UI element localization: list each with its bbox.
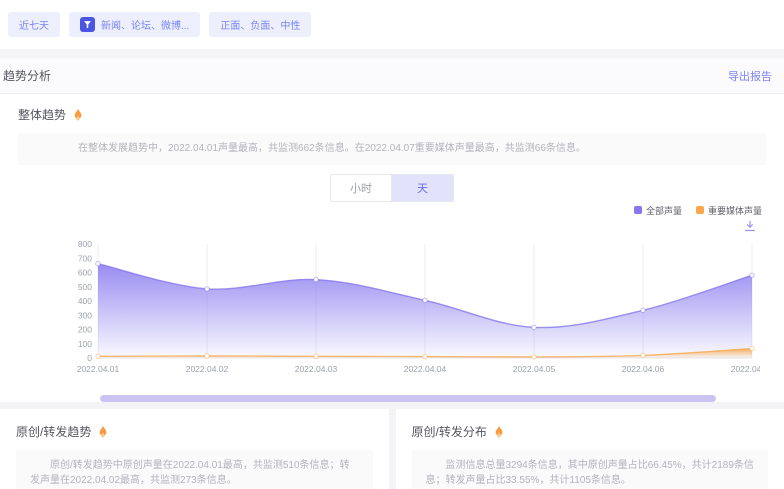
overall-trend-summary: 在整体发展趋势中，2022.04.01声量最高，共监测662条信息。在2022.… [18,133,766,165]
trend-chart-wrap: 0 100 200 300 400 500 600 700 800 2022.04.01 2022.… [60,234,766,381]
overall-trend-title-row: 整体趋势 [18,106,766,123]
card-body: 整体趋势 在整体发展趋势中，2022.04.01声量最高，共监测662条信息。在… [0,94,784,402]
original-repost-distribution-title-row: 原创/转发分布 [412,423,769,440]
svg-text:700: 700 [78,253,92,263]
svg-text:2022.04.01: 2022.04.01 [77,364,120,374]
flame-icon [72,108,84,121]
svg-text:800: 800 [78,239,92,249]
source-filter-label: 新闻、论坛、微博... [101,17,189,32]
page-title: 趋势分析 [3,67,51,84]
legend-item-total-volume[interactable]: 全部声量 [634,204,682,217]
flame-icon [97,425,109,438]
svg-text:2022.04.05: 2022.04.05 [513,364,556,374]
page: 近七天 新闻、论坛、微博... 正面、负面、中性 趋势分析 导出报告 整体趋势 … [0,0,784,489]
svg-text:400: 400 [78,296,92,306]
trend-area-chart: 0 100 200 300 400 500 600 700 800 2022.04.01 2022.… [60,234,760,376]
chart-toolbox [18,220,766,232]
legend-marker-orange [696,206,704,214]
datazoom-track [100,395,716,402]
time-range-label: 近七天 [19,17,49,32]
source-filter-chip[interactable]: 新闻、论坛、微博... [69,12,200,37]
svg-text:2022.04.06: 2022.04.06 [622,364,665,374]
svg-text:2022.04.07: 2022.04.07 [731,364,760,374]
svg-text:2022.04.04: 2022.04.04 [404,364,447,374]
granularity-toggle: 小时 天 [330,174,454,202]
sentiment-filter-chip[interactable]: 正面、负面、中性 [209,12,311,37]
svg-text:600: 600 [78,267,92,277]
source-filter-icon [80,17,95,32]
svg-text:100: 100 [78,338,92,348]
granularity-toggle-row: 小时 天 [18,174,766,202]
overall-trend-title: 整体趋势 [18,106,66,123]
svg-text:300: 300 [78,310,92,320]
svg-text:200: 200 [78,324,92,334]
flame-icon [493,425,505,438]
original-repost-distribution-summary: 监测信息总量3294条信息，其中原创声量占比66.45%，共计2189条信息；转… [412,450,769,489]
legend-marker-purple [634,206,642,214]
original-repost-trend-title-row: 原创/转发趋势 [16,423,373,440]
chart-legend: 全部声量 重要媒体声量 [18,204,766,217]
day-toggle-button[interactable]: 天 [392,175,453,201]
legend-label-media-volume: 重要媒体声量 [708,204,762,217]
export-report-link[interactable]: 导出报告 [728,68,772,84]
original-repost-distribution-title: 原创/转发分布 [412,423,487,440]
legend-label-total-volume: 全部声量 [646,204,682,217]
datazoom-slider[interactable] [100,395,716,402]
hour-toggle-button[interactable]: 小时 [331,175,392,201]
legend-item-media-volume[interactable]: 重要媒体声量 [696,204,762,217]
svg-text:2022.04.02: 2022.04.02 [186,364,229,374]
time-range-chip[interactable]: 近七天 [8,12,60,37]
sentiment-filter-label: 正面、负面、中性 [220,17,300,32]
trend-analysis-card: 趋势分析 导出报告 整体趋势 在整体发展趋势中，2022.04.01声量最高，共… [0,58,784,402]
bottom-cards-row: 原创/转发趋势 原创/转发趋势中原创声量在2022.04.01最高，共监测510… [0,409,784,489]
download-chart-icon[interactable] [744,220,756,232]
card-header: 趋势分析 导出报告 [0,58,784,94]
original-repost-trend-summary: 原创/转发趋势中原创声量在2022.04.01最高，共监测510条信息；转发声量… [16,450,373,489]
svg-text:2022.04.03: 2022.04.03 [295,364,338,374]
original-repost-distribution-card: 原创/转发分布 监测信息总量3294条信息，其中原创声量占比66.45%，共计2… [396,409,784,489]
svg-text:500: 500 [78,281,92,291]
filter-bar: 近七天 新闻、论坛、微博... 正面、负面、中性 [0,0,784,49]
original-repost-trend-card: 原创/转发趋势 原创/转发趋势中原创声量在2022.04.01最高，共监测510… [0,409,389,489]
original-repost-trend-title: 原创/转发趋势 [16,423,91,440]
svg-text:0: 0 [87,353,92,363]
